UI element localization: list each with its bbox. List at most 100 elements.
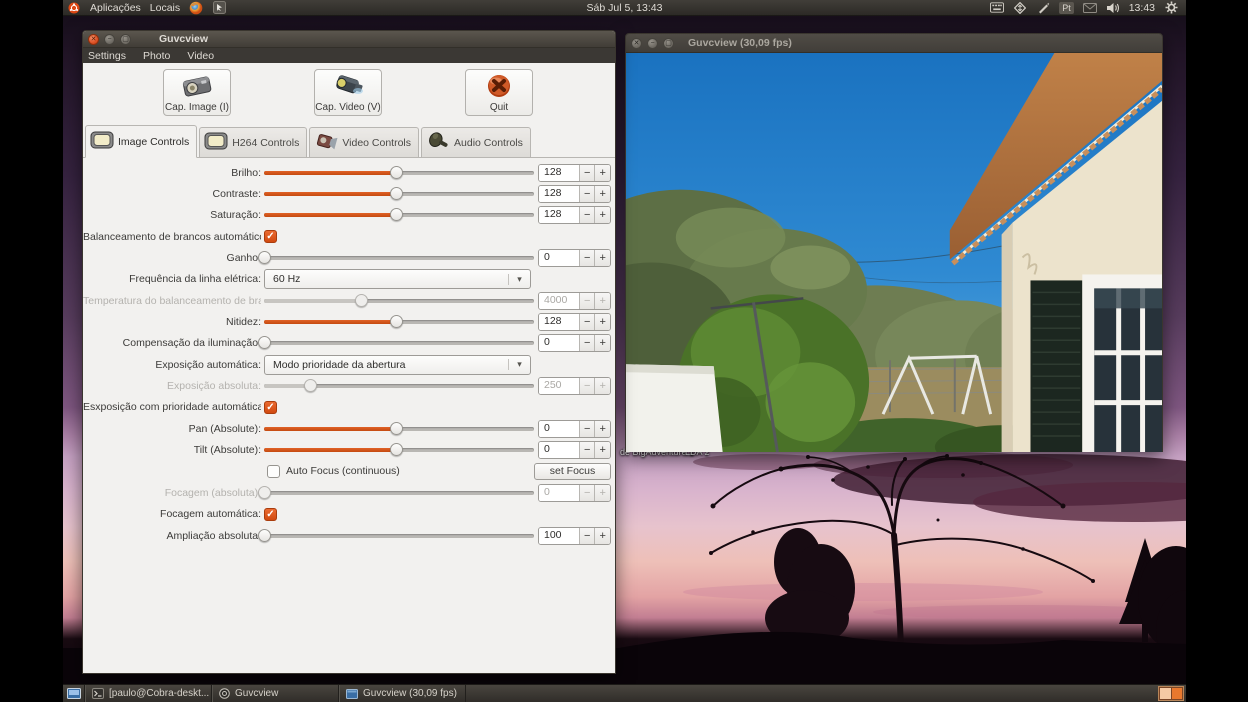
- taskbar-item[interactable]: Guvcview (30,09 fps): [339, 685, 466, 702]
- tablet-pen-icon[interactable]: [1036, 1, 1050, 14]
- slider-thumb[interactable]: [258, 251, 271, 264]
- spin-minus-button[interactable]: −: [579, 293, 595, 309]
- panel-clock-time[interactable]: 13:43: [1129, 2, 1155, 14]
- workspace-2[interactable]: [1172, 688, 1183, 699]
- spin-plus-button[interactable]: +: [594, 186, 610, 202]
- menu-item-photo[interactable]: Photo: [143, 50, 170, 62]
- spin-plus-button[interactable]: +: [594, 250, 610, 266]
- spin-plus-button[interactable]: +: [594, 314, 610, 330]
- slider-track[interactable]: [264, 341, 534, 345]
- toolbar-button-cap-video-v-[interactable]: Cap. Video (V): [314, 69, 382, 116]
- slider[interactable]: [264, 335, 534, 351]
- session-gear-icon[interactable]: [1164, 1, 1178, 14]
- checkbox[interactable]: ✓: [264, 401, 277, 414]
- minimize-icon[interactable]: −: [104, 34, 115, 45]
- menu-item-settings[interactable]: Settings: [88, 50, 126, 62]
- spin-minus-button[interactable]: −: [579, 314, 595, 330]
- close-icon[interactable]: ✕: [88, 34, 99, 45]
- slider-thumb[interactable]: [390, 422, 403, 435]
- spin-plus-button[interactable]: +: [594, 165, 610, 181]
- maximize-icon[interactable]: ▢: [120, 34, 131, 45]
- dropdown[interactable]: Modo prioridade da abertura▾: [264, 355, 531, 375]
- slider[interactable]: [264, 528, 534, 544]
- spin-plus-button[interactable]: +: [594, 528, 610, 544]
- main-window-titlebar[interactable]: ✕ − ▢ Guvcview: [83, 31, 615, 48]
- slider[interactable]: [264, 421, 534, 437]
- spin-minus-button[interactable]: −: [579, 335, 595, 351]
- taskbar-item[interactable]: [paulo@Cobra-deskt...: [85, 685, 212, 702]
- spin-plus-button[interactable]: +: [594, 442, 610, 458]
- menu-applications[interactable]: Aplicações: [90, 2, 141, 14]
- slider-thumb[interactable]: [390, 443, 403, 456]
- slider-thumb[interactable]: [258, 336, 271, 349]
- slider-thumb[interactable]: [390, 166, 403, 179]
- spin-minus-button[interactable]: −: [579, 186, 595, 202]
- spin-minus-button[interactable]: −: [579, 378, 595, 394]
- slider-thumb[interactable]: [304, 379, 317, 392]
- slider-thumb[interactable]: [258, 486, 271, 499]
- slider-track[interactable]: [264, 534, 534, 538]
- checkbox[interactable]: [267, 465, 280, 478]
- menu-places[interactable]: Locais: [150, 2, 180, 14]
- tab-image-controls[interactable]: Image Controls: [85, 125, 197, 158]
- slider-track[interactable]: [264, 491, 534, 495]
- spin-minus-button[interactable]: −: [579, 165, 595, 181]
- tab-audio-controls[interactable]: Audio Controls: [421, 127, 531, 157]
- spin-minus-button[interactable]: −: [579, 207, 595, 223]
- spin-plus-button[interactable]: +: [594, 485, 610, 501]
- slider[interactable]: [264, 250, 534, 266]
- spin-plus-button[interactable]: +: [594, 378, 610, 394]
- spin-minus-button[interactable]: −: [579, 250, 595, 266]
- spin-minus-button[interactable]: −: [579, 528, 595, 544]
- spin-value-field[interactable]: 0: [539, 250, 579, 266]
- spin-value-field[interactable]: 128: [539, 186, 579, 202]
- taskbar-item[interactable]: Guvcview: [212, 685, 339, 702]
- workspace-switcher[interactable]: [1158, 686, 1184, 701]
- slider[interactable]: [264, 207, 534, 223]
- spin-plus-button[interactable]: +: [594, 207, 610, 223]
- spin-value-field[interactable]: 128: [539, 314, 579, 330]
- set-focus-button[interactable]: set Focus: [534, 463, 611, 480]
- spin-value-field[interactable]: 100: [539, 528, 579, 544]
- slider[interactable]: [264, 165, 534, 181]
- slider[interactable]: [264, 314, 534, 330]
- spin-value-field[interactable]: 0: [539, 485, 579, 501]
- spin-plus-button[interactable]: +: [594, 293, 610, 309]
- volume-icon[interactable]: [1106, 1, 1120, 14]
- chevron-down-icon[interactable]: ▾: [508, 274, 530, 285]
- spin-plus-button[interactable]: +: [594, 421, 610, 437]
- checkbox[interactable]: ✓: [264, 230, 277, 243]
- keyboard-icon[interactable]: [990, 1, 1004, 14]
- maximize-icon[interactable]: ▢: [663, 38, 674, 49]
- slider-thumb[interactable]: [390, 315, 403, 328]
- toolbar-button-quit[interactable]: Quit: [465, 69, 533, 116]
- tab-video-controls[interactable]: Video Controls: [309, 127, 419, 157]
- slider[interactable]: [264, 186, 534, 202]
- close-icon[interactable]: ✕: [631, 38, 642, 49]
- sync-diamond-icon[interactable]: [1013, 1, 1027, 14]
- language-indicator[interactable]: Pt: [1059, 2, 1074, 14]
- spin-minus-button[interactable]: −: [579, 485, 595, 501]
- slider-thumb[interactable]: [355, 294, 368, 307]
- firefox-icon[interactable]: [189, 1, 203, 14]
- workspace-1[interactable]: [1160, 688, 1171, 699]
- slider[interactable]: [264, 293, 534, 309]
- video-window-titlebar[interactable]: ✕ − ▢ Guvcview (30,09 fps): [626, 34, 1162, 53]
- slider-thumb[interactable]: [258, 529, 271, 542]
- spin-value-field[interactable]: 0: [539, 335, 579, 351]
- spin-value-field[interactable]: 128: [539, 207, 579, 223]
- slider[interactable]: [264, 378, 534, 394]
- spin-minus-button[interactable]: −: [579, 421, 595, 437]
- slider[interactable]: [264, 442, 534, 458]
- spin-plus-button[interactable]: +: [594, 335, 610, 351]
- spin-value-field[interactable]: 128: [539, 165, 579, 181]
- slider-thumb[interactable]: [390, 187, 403, 200]
- spin-value-field[interactable]: 250: [539, 378, 579, 394]
- slider-track[interactable]: [264, 256, 534, 260]
- spin-minus-button[interactable]: −: [579, 442, 595, 458]
- slider[interactable]: [264, 485, 534, 501]
- slider-thumb[interactable]: [390, 208, 403, 221]
- ubuntu-logo-icon[interactable]: [67, 1, 81, 14]
- show-desktop-button[interactable]: [63, 685, 85, 702]
- tab-h264-controls[interactable]: H264 Controls: [199, 127, 307, 157]
